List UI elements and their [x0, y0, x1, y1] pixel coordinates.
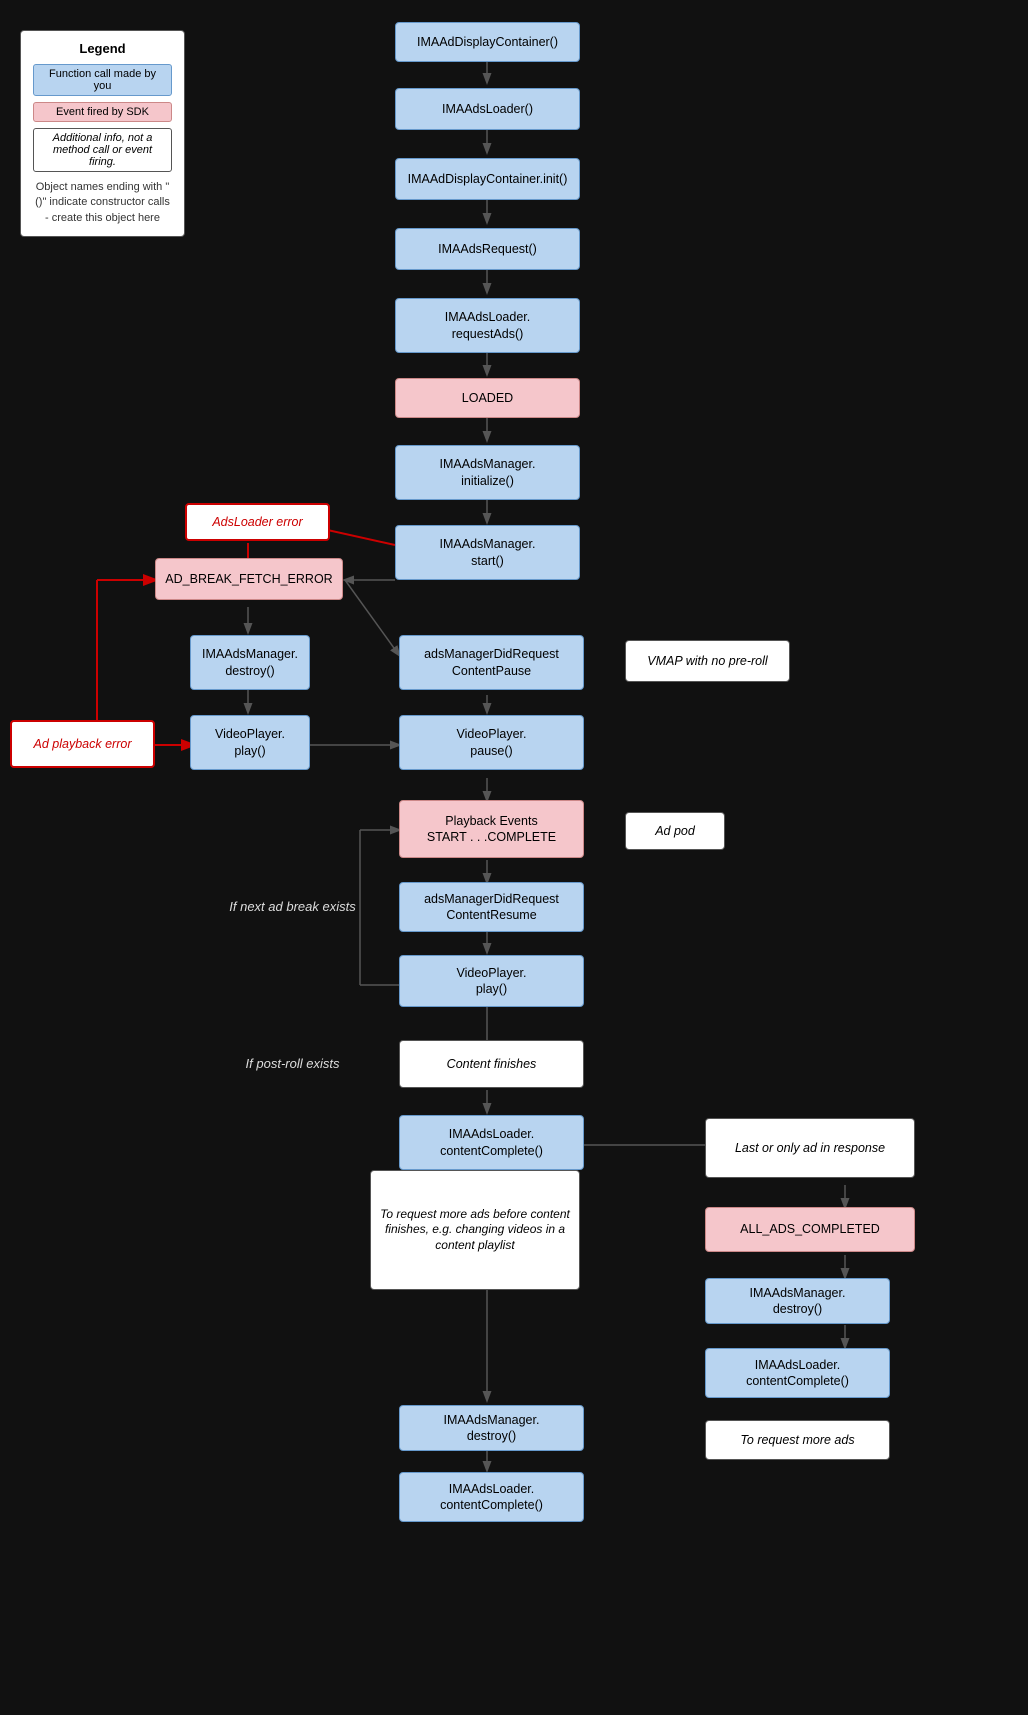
node-ad-pod: Ad pod: [625, 812, 725, 850]
node-to-request-more-ads: To request more ads: [705, 1420, 890, 1460]
node-video-player-play2: VideoPlayer. play(): [399, 955, 584, 1007]
node-ad-break-fetch-error: AD_BREAK_FETCH_ERROR: [155, 558, 343, 600]
node-ima-display-container: IMAAd​DisplayContainer(): [395, 22, 580, 62]
node-video-player-play1: VideoPlayer. play(): [190, 715, 310, 770]
node-if-next-ad-break: If next ad break exists: [200, 882, 385, 932]
node-to-request-more-ads-note: To request more ads before content finis…: [370, 1170, 580, 1290]
node-ima-ads-manager-start: IMAAdsManager. start(): [395, 525, 580, 580]
node-ima-ads-loader-content-complete1: IMAAdsLoader. contentComplete(): [399, 1115, 584, 1170]
legend-note: Object names ending with "()" indicate c…: [33, 180, 172, 226]
node-ads-loader-error: AdsLoader error: [185, 503, 330, 541]
node-content-finishes: Content finishes: [399, 1040, 584, 1088]
legend-additional-info: Additional info, not a method call or ev…: [33, 128, 172, 172]
node-ima-ads-manager-init: IMAAdsManager. initialize(): [395, 445, 580, 500]
node-ima-ads-manager-destroy2: IMAAdsManager. destroy(): [705, 1278, 890, 1324]
node-playback-events: Playback Events START . . .COMPLETE: [399, 800, 584, 858]
legend-title: Legend: [33, 41, 172, 56]
node-ima-ads-request: IMAAdsRequest(): [395, 228, 580, 270]
node-ima-ads-manager-destroy3: IMAAdsManager. destroy(): [399, 1405, 584, 1451]
legend-function-call: Function call made by you: [33, 64, 172, 96]
node-ima-ads-loader-content-complete2: IMAAdsLoader. contentComplete(): [705, 1348, 890, 1398]
node-ima-ads-loader-content-complete3: IMAAdsLoader. contentComplete(): [399, 1472, 584, 1522]
node-ima-ads-manager-destroy1: IMAAdsManager. destroy(): [190, 635, 310, 690]
node-ima-display-container-init: IMAAd​DisplayContainer.init(): [395, 158, 580, 200]
node-ads-manager-resume: adsManagerDidRequest​ContentResume: [399, 882, 584, 932]
node-ads-manager-request-pause: adsManagerDidRequest​ContentPause: [399, 635, 584, 690]
node-vmap-no-preroll: VMAP with no pre-roll: [625, 640, 790, 682]
node-if-post-roll: If post-roll exists: [210, 1040, 375, 1088]
node-ima-ads-loader-request: IMAAdsLoader. requestAds(): [395, 298, 580, 353]
node-last-only-ad: Last or only ad in response: [705, 1118, 915, 1178]
node-ima-ads-loader: IMAAdsLoader(): [395, 88, 580, 130]
diagram-container: Legend Function call made by you Event f…: [0, 0, 1028, 1715]
node-loaded: LOADED: [395, 378, 580, 418]
node-video-player-pause: VideoPlayer. pause(): [399, 715, 584, 770]
node-ad-playback-error: Ad playback error: [10, 720, 155, 768]
legend-box: Legend Function call made by you Event f…: [20, 30, 185, 237]
node-all-ads-completed: ALL_ADS_COMPLETED: [705, 1207, 915, 1252]
legend-event-fired: Event fired by SDK: [33, 102, 172, 122]
